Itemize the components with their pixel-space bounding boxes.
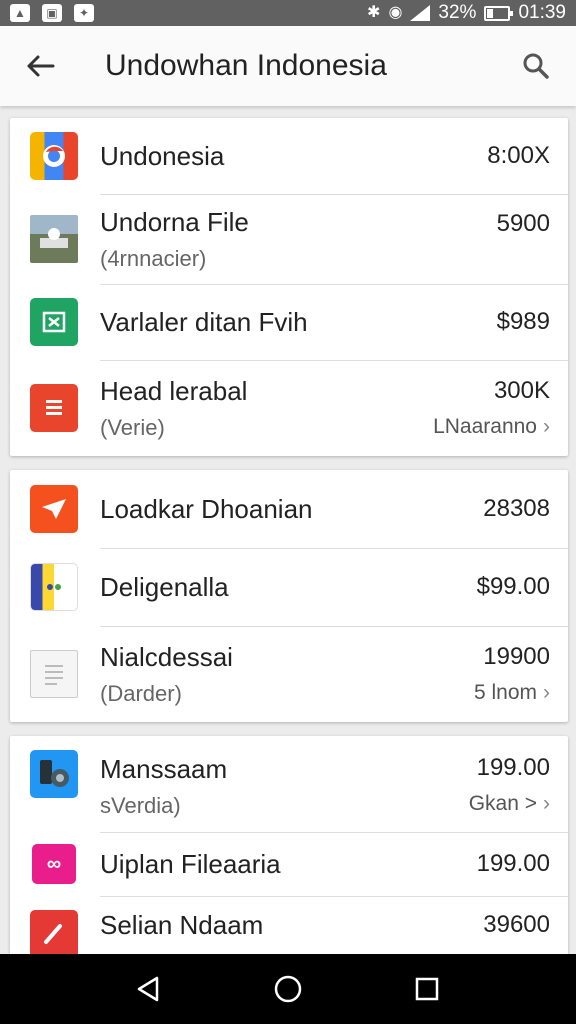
- battery-percent: 32%: [438, 2, 477, 23]
- row-title: Selian Ndaam: [100, 909, 264, 940]
- list-item[interactable]: Undorna File (4rnnacier) 5900: [10, 194, 568, 284]
- row-detail-text: LNaaranno: [433, 415, 537, 438]
- status-bar: ▲ ▣ ✦ ✱ ◉ 32% 01:39: [0, 0, 576, 26]
- nav-back-icon: [138, 976, 159, 1002]
- search-button[interactable]: [496, 26, 576, 106]
- row-detail-text: 5 lnom: [473, 681, 537, 704]
- row-value: 5900: [496, 210, 550, 237]
- row-detail-link[interactable]: Gkan > ›: [469, 792, 550, 816]
- list-item[interactable]: Deligenalla $99.00: [10, 548, 568, 626]
- card-3: Manssaam sVerdia) 199.00 Gkan > › ∞ Uipla…: [10, 736, 568, 954]
- app-bar: Undowhan Indonesia: [0, 26, 576, 106]
- row-title: Undonesia: [100, 140, 225, 171]
- arrow-back-icon: [27, 55, 55, 77]
- folder-chrome-icon: [30, 132, 78, 180]
- blank-document-icon: [30, 650, 78, 698]
- row-value: $989: [496, 308, 550, 335]
- list-item[interactable]: Head lerabal (Verie) 300K LNaaranno ›: [10, 360, 568, 456]
- row-detail-text: Gkan >: [468, 792, 537, 815]
- brush-app-icon: [30, 910, 78, 954]
- battery-level: [487, 8, 494, 18]
- row-title: Varlaler ditan Fvih: [100, 306, 308, 337]
- row-detail-link[interactable]: 5 lnom ›: [474, 681, 550, 705]
- wifi-icon: ◉: [388, 4, 403, 21]
- navigation-bar: [0, 954, 576, 1024]
- signal-icon: [410, 5, 431, 21]
- row-subtitle: (Verie): [100, 414, 165, 440]
- battery-icon: [484, 5, 514, 21]
- infinity-app-icon: ∞: [32, 844, 76, 884]
- photo-thumbnail-icon: [30, 215, 78, 263]
- multi-color-app-icon: [30, 563, 78, 611]
- photo-icon: ▣: [42, 4, 62, 22]
- row-value: 19900: [483, 643, 550, 670]
- nav-home-button[interactable]: [258, 959, 318, 1019]
- nav-recents-icon: [415, 977, 438, 1001]
- list-item[interactable]: Undonesia 8:00X: [10, 118, 568, 194]
- card-1: Undonesia 8:00X Undorna File (4rnnacier)…: [10, 118, 568, 456]
- row-subtitle: sVerdia): [100, 793, 181, 818]
- status-left-icons: ▲ ▣ ✦: [10, 4, 94, 22]
- chevron-right-icon: ›: [543, 415, 550, 438]
- nav-back-button[interactable]: [119, 959, 179, 1019]
- row-value: $99.00: [476, 573, 550, 600]
- row-title: Uiplan Fileaaria: [100, 848, 281, 879]
- row-subtitle: (4rnnacier): [100, 245, 207, 271]
- chevron-right-icon: ›: [543, 681, 550, 704]
- list-item[interactable]: Loadkar Dhoanian 28308: [10, 470, 568, 548]
- document-list-icon: [30, 384, 78, 432]
- phone-settings-icon: [30, 750, 78, 798]
- row-detail-link[interactable]: LNaaranno ›: [433, 415, 550, 439]
- page-title: Undowhan Indonesia: [105, 49, 387, 82]
- row-title: Undorna File: [100, 206, 249, 237]
- notification-icon: ✦: [74, 4, 94, 22]
- row-value: 199.00: [476, 754, 550, 781]
- sheet-icon: [30, 298, 78, 346]
- row-title: Manssaam: [100, 754, 228, 784]
- nav-recents-button[interactable]: [397, 959, 457, 1019]
- row-value: 28308: [483, 495, 550, 522]
- list-item[interactable]: Selian Ndaam 39600: [10, 896, 568, 954]
- list-item[interactable]: ∞ Uiplan Fileaaria 199.00: [10, 832, 568, 896]
- row-title: Nialcdessai: [100, 641, 233, 672]
- clock: 01:39: [518, 2, 566, 23]
- status-right: ✱ ◉ 32% 01:39: [367, 2, 566, 24]
- bluetooth-icon: ✱: [367, 4, 381, 21]
- row-value: 39600: [483, 911, 550, 938]
- row-value: 300K: [493, 377, 550, 404]
- card-2: Loadkar Dhoanian 28308 Deligenalla $99.0…: [10, 470, 568, 722]
- image-icon: ▲: [10, 4, 30, 22]
- search-icon: [523, 53, 549, 79]
- row-value: 199.00: [476, 850, 550, 877]
- row-title: Loadkar Dhoanian: [100, 493, 313, 524]
- paper-plane-icon: [30, 485, 78, 533]
- nav-home-icon: [274, 975, 302, 1003]
- row-subtitle: (Darder): [100, 680, 182, 706]
- row-title: Deligenalla: [100, 571, 229, 602]
- chevron-right-icon: ›: [543, 792, 550, 815]
- list-item[interactable]: Manssaam sVerdia) 199.00 Gkan > ›: [10, 736, 568, 832]
- list-item[interactable]: Nialcdessai (Darder) 19900 5 lnom ›: [10, 626, 568, 722]
- back-button[interactable]: [0, 26, 80, 106]
- list-item[interactable]: Varlaler ditan Fvih $989: [10, 284, 568, 360]
- row-title: Head lerabal: [100, 375, 248, 406]
- row-value: 8:00X: [487, 142, 550, 169]
